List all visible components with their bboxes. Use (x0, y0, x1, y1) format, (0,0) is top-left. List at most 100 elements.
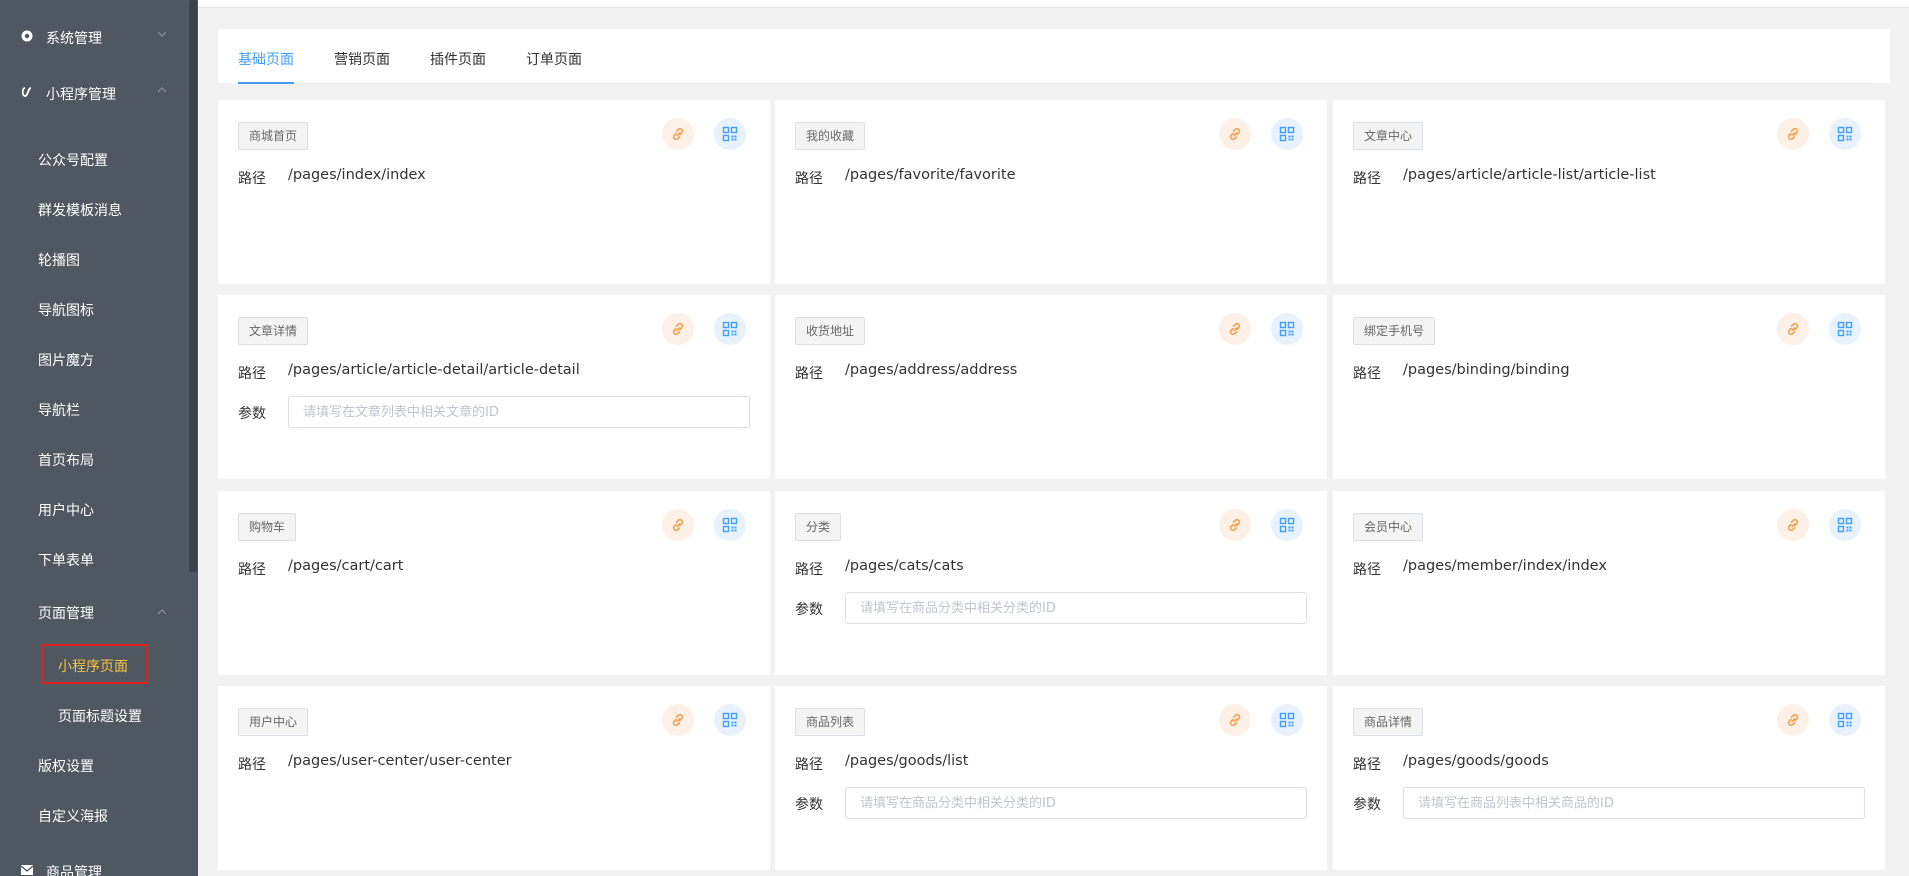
menu-item-page-title-settings[interactable]: 页面标题设置 (58, 706, 142, 726)
path-value: /pages/favorite/favorite (845, 167, 1016, 183)
param-label: 参数 (795, 797, 823, 813)
menu-goods-management[interactable]: 商品管理 (0, 856, 180, 876)
menu-item-official-account[interactable]: 公众号配置 (38, 150, 108, 170)
path-value: /pages/user-center/user-center (288, 753, 512, 769)
link-icon (1787, 713, 1799, 727)
qrcode-button[interactable] (1271, 313, 1303, 345)
qrcode-button[interactable] (714, 118, 746, 150)
link-icon (1787, 127, 1799, 141)
path-value: /pages/binding/binding (1403, 362, 1570, 378)
page-name-tag: 我的收藏 (795, 122, 866, 150)
menu-item-copyright[interactable]: 版权设置 (38, 756, 94, 776)
tab-marketing-pages[interactable]: 营销页面 (334, 49, 390, 69)
page-name-tag: 文章详情 (238, 317, 309, 345)
sidebar-scrollbar[interactable] (189, 0, 197, 572)
param-input[interactable] (1403, 787, 1865, 819)
qrcode-icon (1279, 517, 1295, 533)
page-card: 用户中心 路径 /pages/user-center/user-center (218, 686, 770, 870)
copy-link-button[interactable] (1219, 118, 1251, 150)
qrcode-button[interactable] (1271, 118, 1303, 150)
copy-link-button[interactable] (1219, 509, 1251, 541)
link-icon (1229, 322, 1241, 336)
tab-plugin-pages[interactable]: 插件页面 (430, 49, 486, 69)
tab-order-pages[interactable]: 订单页面 (526, 49, 582, 69)
param-input[interactable] (845, 592, 1307, 624)
qrcode-button[interactable] (1829, 704, 1861, 736)
gear-icon (20, 29, 34, 43)
param-label: 参数 (795, 602, 823, 618)
page-name-tag: 会员中心 (1353, 513, 1424, 541)
qrcode-button[interactable] (1271, 704, 1303, 736)
path-label: 路径 (795, 562, 823, 578)
menu-item-home-layout[interactable]: 首页布局 (38, 450, 94, 470)
copy-link-button[interactable] (1219, 704, 1251, 736)
page-card: 分类 路径 /pages/cats/cats 参数 请填写在商品分类中相关分类的… (775, 491, 1327, 675)
page-name-tag: 分类 (795, 513, 842, 541)
menu-item-order-form[interactable]: 下单表单 (38, 550, 94, 570)
mail-icon (20, 863, 34, 876)
menu-item-template-message[interactable]: 群发模板消息 (38, 200, 122, 220)
path-value: /pages/goods/goods (1403, 753, 1549, 769)
menu-system-management[interactable]: 系统管理 (0, 22, 180, 52)
qrcode-icon (1837, 517, 1853, 533)
menu-item-picture-cube[interactable]: 图片魔方 (38, 350, 94, 370)
menu-item-navbar[interactable]: 导航栏 (38, 400, 80, 420)
link-icon (1787, 518, 1799, 532)
menu-page-management[interactable]: 页面管理 (38, 603, 94, 623)
page-card: 绑定手机号 路径 /pages/binding/binding (1333, 295, 1885, 479)
menu-label: 系统管理 (46, 31, 102, 47)
param-input[interactable] (845, 787, 1307, 819)
qrcode-icon (1837, 712, 1853, 728)
qrcode-icon (722, 712, 738, 728)
copy-link-button[interactable] (1777, 313, 1809, 345)
menu-item-carousel[interactable]: 轮播图 (38, 250, 80, 270)
link-icon (1229, 713, 1241, 727)
path-label: 路径 (1353, 757, 1381, 773)
copy-link-button[interactable] (1777, 509, 1809, 541)
miniapp-icon (20, 85, 34, 99)
qrcode-icon (722, 321, 738, 337)
copy-link-button[interactable] (662, 509, 694, 541)
path-label: 路径 (795, 757, 823, 773)
path-value: /pages/index/index (288, 167, 426, 183)
copy-link-button[interactable] (1777, 118, 1809, 150)
page-name-tag: 用户中心 (238, 708, 309, 736)
path-label: 路径 (1353, 562, 1381, 578)
path-label: 路径 (238, 757, 266, 773)
copy-link-button[interactable] (662, 118, 694, 150)
tab-basic-pages[interactable]: 基础页面 (238, 49, 294, 69)
qrcode-icon (1279, 321, 1295, 337)
page-name-tag: 商城首页 (238, 122, 309, 150)
path-value: /pages/cats/cats (845, 558, 964, 574)
qrcode-button[interactable] (1271, 509, 1303, 541)
qrcode-button[interactable] (1829, 313, 1861, 345)
menu-item-nav-icons[interactable]: 导航图标 (38, 300, 94, 320)
page-name-tag: 绑定手机号 (1353, 317, 1436, 345)
menu-miniapp-management[interactable]: 小程序管理 (0, 78, 180, 108)
qrcode-icon (1279, 126, 1295, 142)
chevron-down-icon (157, 31, 167, 37)
menu-item-miniapp-pages[interactable]: 小程序页面 (58, 656, 128, 676)
qrcode-button[interactable] (1829, 118, 1861, 150)
page-tabs: 基础页面 营销页面 插件页面 订单页面 (218, 29, 1890, 84)
sidebar: 系统管理 小程序管理 公众号配置 群发模板消息 轮播图 导航图标 图片魔方 导航… (0, 0, 198, 876)
qrcode-icon (1279, 712, 1295, 728)
menu-item-user-center[interactable]: 用户中心 (38, 500, 94, 520)
path-label: 路径 (238, 562, 266, 578)
copy-link-button[interactable] (1777, 704, 1809, 736)
copy-link-button[interactable] (1219, 313, 1251, 345)
qrcode-button[interactable] (714, 704, 746, 736)
menu-item-custom-poster[interactable]: 自定义海报 (38, 806, 108, 826)
page-card: 收货地址 路径 /pages/address/address (775, 295, 1327, 479)
param-input[interactable] (288, 396, 750, 428)
qrcode-button[interactable] (1829, 509, 1861, 541)
page-card: 商品详情 路径 /pages/goods/goods 参数 请填写在商品列表中相… (1333, 686, 1885, 870)
page-name-tag: 收货地址 (795, 317, 866, 345)
qrcode-icon (722, 517, 738, 533)
qrcode-icon (1837, 126, 1853, 142)
path-value: /pages/cart/cart (288, 558, 404, 574)
copy-link-button[interactable] (662, 704, 694, 736)
qrcode-button[interactable] (714, 313, 746, 345)
qrcode-button[interactable] (714, 509, 746, 541)
copy-link-button[interactable] (662, 313, 694, 345)
